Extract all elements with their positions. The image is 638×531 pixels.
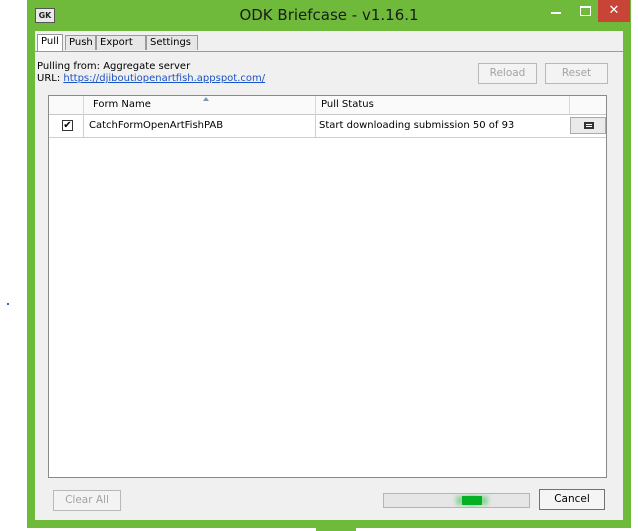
tab-pull[interactable]: Pull (37, 34, 63, 51)
tab-settings[interactable]: Settings (146, 35, 198, 50)
reload-button[interactable]: Reload (478, 63, 537, 84)
cell-divider (83, 115, 84, 137)
table-header: Form Name Pull Status (49, 96, 606, 115)
column-divider (315, 96, 316, 115)
minimize-icon[interactable] (543, 0, 570, 22)
server-url-link[interactable]: https://djiboutiopenartfish.appspot.com/ (63, 73, 265, 84)
cell-divider (315, 115, 316, 137)
column-divider (569, 96, 570, 115)
progress-bar (383, 493, 530, 508)
form-select-checkbox[interactable]: ✔ (62, 120, 73, 131)
app-window: GK ODK Briefcase - v1.16.1 Pull Push Exp… (27, 0, 631, 528)
reset-button[interactable]: Reset (545, 63, 608, 84)
window-title: ODK Briefcase - v1.16.1 (239, 6, 419, 24)
column-header-pull-status[interactable]: Pull Status (321, 99, 374, 110)
url-line: URL: https://djiboutiopenartfish.appspot… (37, 73, 265, 84)
tab-export[interactable]: Export (96, 35, 146, 50)
client-area: Pull Push Export Settings Pulling from: … (35, 31, 623, 520)
title-bar[interactable]: GK ODK Briefcase - v1.16.1 (27, 0, 631, 30)
edge-mark (7, 303, 9, 305)
table-row[interactable]: ✔ CatchFormOpenArtFishPAB Start download… (49, 115, 606, 138)
cancel-button[interactable]: Cancel (539, 489, 605, 510)
clear-all-button[interactable]: Clear All (53, 490, 121, 511)
column-header-form-name[interactable]: Form Name (93, 99, 151, 110)
tab-divider (35, 51, 623, 52)
sort-ascending-icon (203, 97, 209, 101)
details-icon[interactable] (570, 117, 606, 134)
progress-indicator (462, 496, 482, 505)
forms-table: Form Name Pull Status ✔ CatchFormOpenArt… (48, 95, 607, 478)
maximize-icon[interactable] (572, 0, 598, 22)
source-label: Pulling from: Aggregate server (37, 61, 191, 72)
tab-push[interactable]: Push (65, 35, 96, 50)
close-icon[interactable] (598, 0, 630, 22)
form-name-cell: CatchFormOpenArtFishPAB (89, 120, 224, 131)
pull-status-cell: Start downloading submission 50 of 93 (319, 120, 515, 131)
column-divider (83, 96, 84, 115)
url-label: URL: (37, 73, 61, 84)
